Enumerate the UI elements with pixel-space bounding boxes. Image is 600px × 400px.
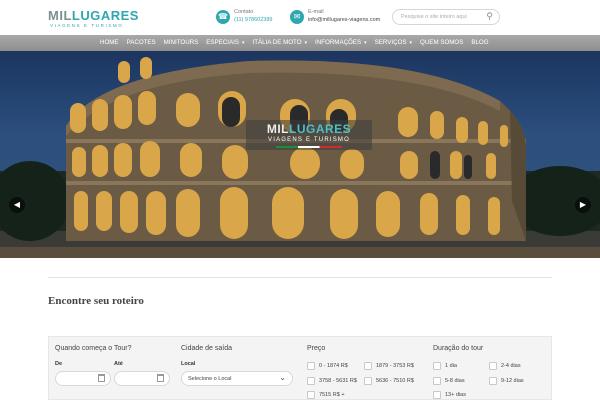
slider-next-button[interactable]: ▶: [575, 197, 591, 213]
checkbox[interactable]: [433, 391, 441, 399]
nav-item-informa-es[interactable]: INFORMAÇÕES ▾: [311, 35, 371, 51]
nav-item-label: HOME: [100, 39, 119, 46]
duration-option-label: 9-12 dias: [501, 378, 524, 384]
email-label: E-mail: [308, 9, 324, 15]
calendar-icon[interactable]: [157, 374, 164, 382]
city-select-value: Selecione o Local: [188, 376, 232, 382]
checkbox[interactable]: [364, 362, 372, 370]
hero-logo-word-lugares: LUGARES: [289, 122, 352, 136]
checkbox[interactable]: [307, 391, 315, 399]
italian-flag-stripe: [276, 146, 342, 148]
checkbox[interactable]: [433, 362, 441, 370]
start-date-heading: Quando começa o Tour?: [55, 345, 132, 352]
checkbox[interactable]: [307, 362, 315, 370]
email-contact: ✉ E-mail info@millugares-viagens.com: [290, 8, 390, 30]
nav-item-label: SERVIÇOS: [374, 39, 407, 46]
phone-contact: ☎ Contato (11) 978602389: [216, 8, 286, 30]
checkbox[interactable]: [307, 377, 315, 385]
search-icon[interactable]: ⚲: [486, 11, 493, 22]
hero-slider: MILLUGARES VIAGENS E TURISMO ◀ ▶: [0, 51, 600, 258]
duration-option-label: 13+ dias: [445, 392, 466, 398]
hero-logo-tagline: VIAGENS E TURISMO: [268, 137, 350, 143]
chevron-right-icon: ▶: [579, 200, 587, 209]
to-date-input[interactable]: [114, 371, 170, 386]
chevron-down-icon: ▾: [364, 40, 367, 46]
price-heading: Preço: [307, 345, 326, 352]
duration-option-label: 2-4 dias: [501, 363, 521, 369]
tour-finder-panel: Quando começa o Tour? De Até Cidade de s…: [48, 336, 552, 400]
checkbox[interactable]: [364, 377, 372, 385]
logo-word-mil: MIL: [48, 8, 72, 23]
city-select[interactable]: Selecione o Local ⌄: [181, 371, 293, 386]
hero-logo-wordmark: MILLUGARES: [246, 122, 372, 136]
phone-value[interactable]: (11) 978602389: [234, 17, 272, 23]
email-icon: ✉: [290, 10, 304, 24]
site-header: MILLUGARES VIAGENS E TURISMO ☎ Contato (…: [0, 0, 600, 35]
duration-option-label: 1 dia: [445, 363, 457, 369]
search-placeholder: Pesquise o site inteiro aqui: [401, 14, 467, 20]
phone-icon: ☎: [216, 10, 230, 24]
nav-item-home[interactable]: HOME: [96, 35, 123, 51]
checkbox[interactable]: [489, 362, 497, 370]
hero-logo-word-mil: MIL: [266, 122, 289, 136]
nav-item-label: QUEM SOMOS: [420, 39, 464, 46]
from-date-input[interactable]: [55, 371, 111, 386]
nav-item-label: BLOG: [471, 39, 489, 46]
chevron-left-icon: ◀: [13, 200, 21, 209]
city-label: Local: [181, 361, 196, 367]
city-heading: Cidade de saída: [181, 345, 232, 352]
duration-option-label: 5-8 dias: [445, 378, 465, 384]
section-divider: [48, 277, 552, 278]
nav-item-minitours[interactable]: MINITOURS: [160, 35, 203, 51]
from-date-label: De: [55, 361, 63, 367]
checkbox[interactable]: [489, 377, 497, 385]
nav-item-pacotes[interactable]: PACOTES: [123, 35, 160, 51]
nav-item-label: PACOTES: [126, 39, 156, 46]
price-option-label: 5636 - 7510 R$: [376, 378, 414, 384]
slider-prev-button[interactable]: ◀: [9, 197, 25, 213]
nav-item-quem-somos[interactable]: QUEM SOMOS: [416, 35, 467, 51]
logo-wordmark: MILLUGARES: [48, 8, 139, 23]
chevron-down-icon: ▾: [409, 40, 413, 46]
price-option-label: 7515 R$ +: [319, 392, 345, 398]
phone-label: Contato: [234, 9, 254, 15]
nav-item-especiais[interactable]: ESPECIAIS ▾: [202, 35, 248, 51]
nav-item-label: ITÁLIA DE MOTO: [252, 39, 302, 46]
price-option-label: 1879 - 3753 R$: [376, 363, 414, 369]
nav-item-label: ESPECIAIS: [206, 39, 239, 46]
main-nav-items: HOME PACOTES MINITOURS ESPECIAIS ▾ ITÁLIA DE …: [96, 35, 493, 51]
to-date-label: Até: [114, 361, 123, 367]
colosseum-photo: [0, 57, 600, 258]
nav-item-servi-os[interactable]: SERVIÇOS ▾: [371, 35, 416, 51]
price-option-label: 0 - 1874 R$: [319, 363, 348, 369]
email-value[interactable]: info@millugares-viagens.com: [308, 17, 380, 23]
site-logo[interactable]: MILLUGARES VIAGENS E TURISMO: [48, 8, 138, 30]
chevron-down-icon: ▾: [304, 40, 308, 46]
price-option-label: 3758 - 5631 R$: [319, 378, 357, 384]
chevron-down-icon: ⌄: [279, 373, 286, 382]
finder-title: Encontre seu roteiro: [48, 295, 144, 307]
nav-item-label: INFORMAÇÕES: [315, 39, 362, 46]
main-nav: HOME PACOTES MINITOURS ESPECIAIS ▾ ITÁLIA DE …: [0, 35, 600, 51]
logo-tagline: VIAGENS E TURISMO: [50, 23, 124, 28]
nav-item-label: MINITOURS: [163, 39, 199, 46]
checkbox[interactable]: [433, 377, 441, 385]
nav-item-blog[interactable]: BLOG: [467, 35, 492, 51]
nav-item-it-lia-de-moto[interactable]: ITÁLIA DE MOTO ▾: [248, 35, 311, 51]
logo-word-lugares: LUGARES: [71, 8, 139, 23]
hero-logo-badge: MILLUGARES VIAGENS E TURISMO: [246, 120, 372, 150]
search-input[interactable]: Pesquise o site inteiro aqui ⚲: [392, 9, 500, 25]
chevron-down-icon: ▾: [241, 40, 245, 46]
duration-heading: Duração do tour: [433, 345, 484, 352]
calendar-icon[interactable]: [98, 374, 105, 382]
